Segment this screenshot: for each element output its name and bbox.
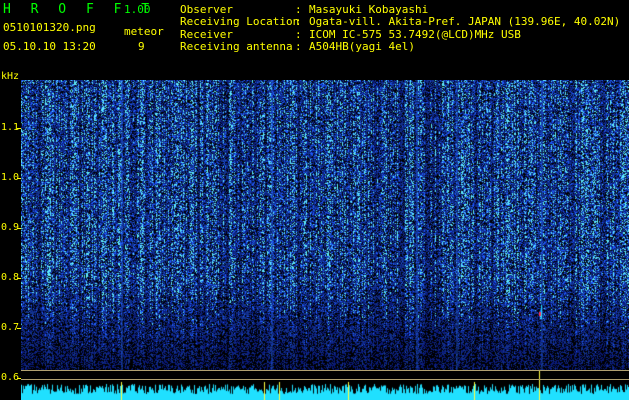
app-version: 1.00 [124,3,151,16]
station-sep: : [295,39,302,53]
station-row-antenna: Receiving antenna: A504HB(yagi 4el) [180,39,620,53]
datetime: 05.10.10 13:20 [3,40,96,53]
station-info: Observer: Masayuki Kobayashi Receiving Lo… [180,3,621,53]
station-sep: : [295,15,302,29]
spectrogram-canvas [21,80,629,400]
station-row-location: Receiving Location: Ogata-vill. Akita-Pre… [180,15,621,29]
spectrogram-plot [21,80,629,400]
header-panel: H R O F F T 1.00 0510101320.png meteor 0… [0,0,629,80]
baseline-ruler [21,379,629,380]
station-value: Ogata-vill. Akita-Pref. JAPAN (139.96E, … [309,15,621,29]
meteor-count: 9 [138,40,145,53]
y-axis-unit-label: kHz [1,71,20,82]
station-key: Receiving Location [180,15,300,29]
filename: 0510101320.png [3,21,96,34]
station-value: A504HB(yagi 4el) [309,39,415,53]
baseline-ruler [21,370,629,371]
station-key: Receiving antenna [180,39,293,53]
meteor-label: meteor [124,25,164,38]
